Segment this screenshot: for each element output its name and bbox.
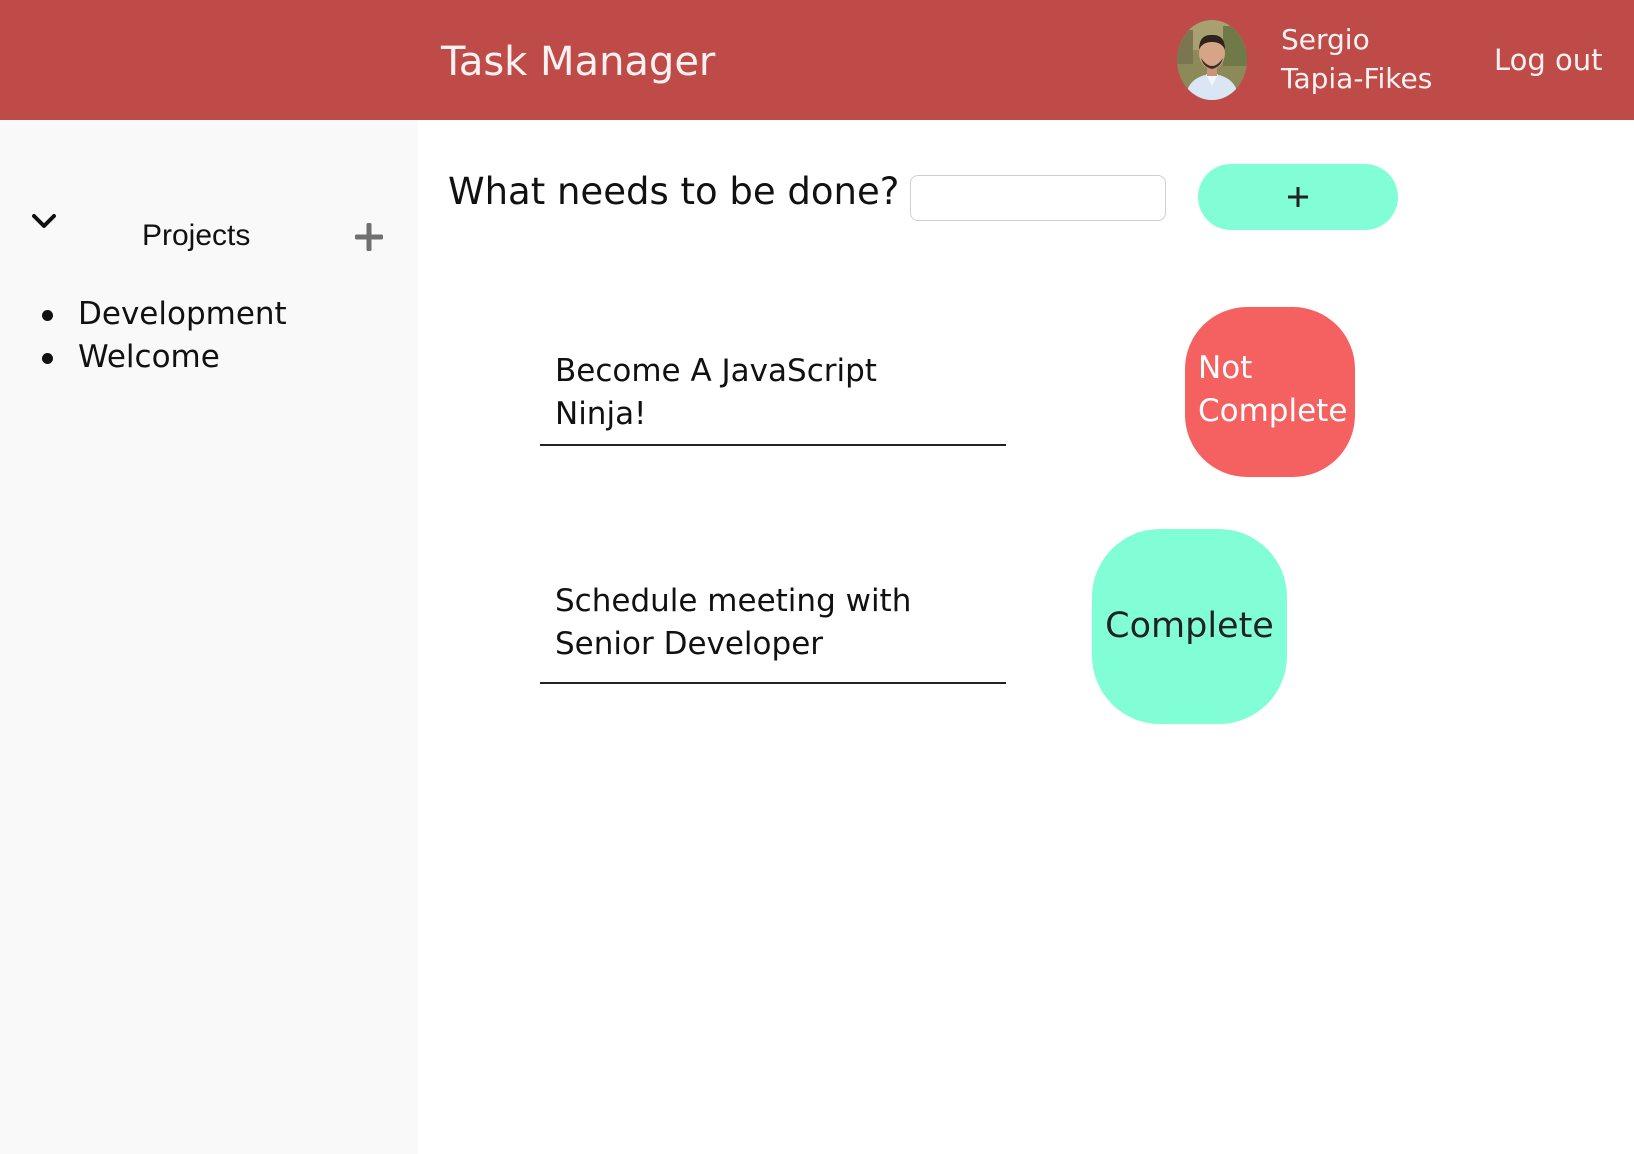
project-item-development[interactable]: Development [38,293,287,336]
complete-button[interactable]: Complete [1092,529,1287,724]
bullet [42,353,53,364]
add-task-button[interactable]: + [1198,164,1398,230]
projects-heading: Projects [142,219,251,252]
status-label: Not Complete [1198,350,1348,429]
plus-icon [1288,187,1308,207]
project-label: Welcome [78,339,220,375]
project-label: Development [78,296,287,332]
app-title: Task Manager [441,39,716,85]
new-task-input[interactable] [910,175,1166,221]
plus-icon[interactable] [352,220,386,254]
user-name: Sergio Tapia-Fikes [1281,23,1433,95]
new-task-prompt: What needs to be done? [448,170,900,213]
project-item-welcome[interactable]: Welcome [38,336,287,379]
chevron-down-icon[interactable] [28,212,60,232]
logout-link[interactable]: Log out [1494,40,1603,80]
sidebar: Projects Development Welcome [0,120,418,1154]
task-divider [540,682,1006,684]
task-title: Schedule meeting with Senior Developer [555,583,912,662]
status-label: Complete [1105,606,1274,646]
avatar [1177,20,1247,100]
task-divider [540,444,1006,446]
app-header: Task Manager Sergio Tapia-Fikes Log out [0,0,1634,120]
not-complete-button[interactable]: Not Complete [1185,307,1355,477]
bullet [42,310,53,321]
project-list: Development Welcome [38,293,287,379]
task-title: Become A JavaScript Ninja! [555,353,877,432]
